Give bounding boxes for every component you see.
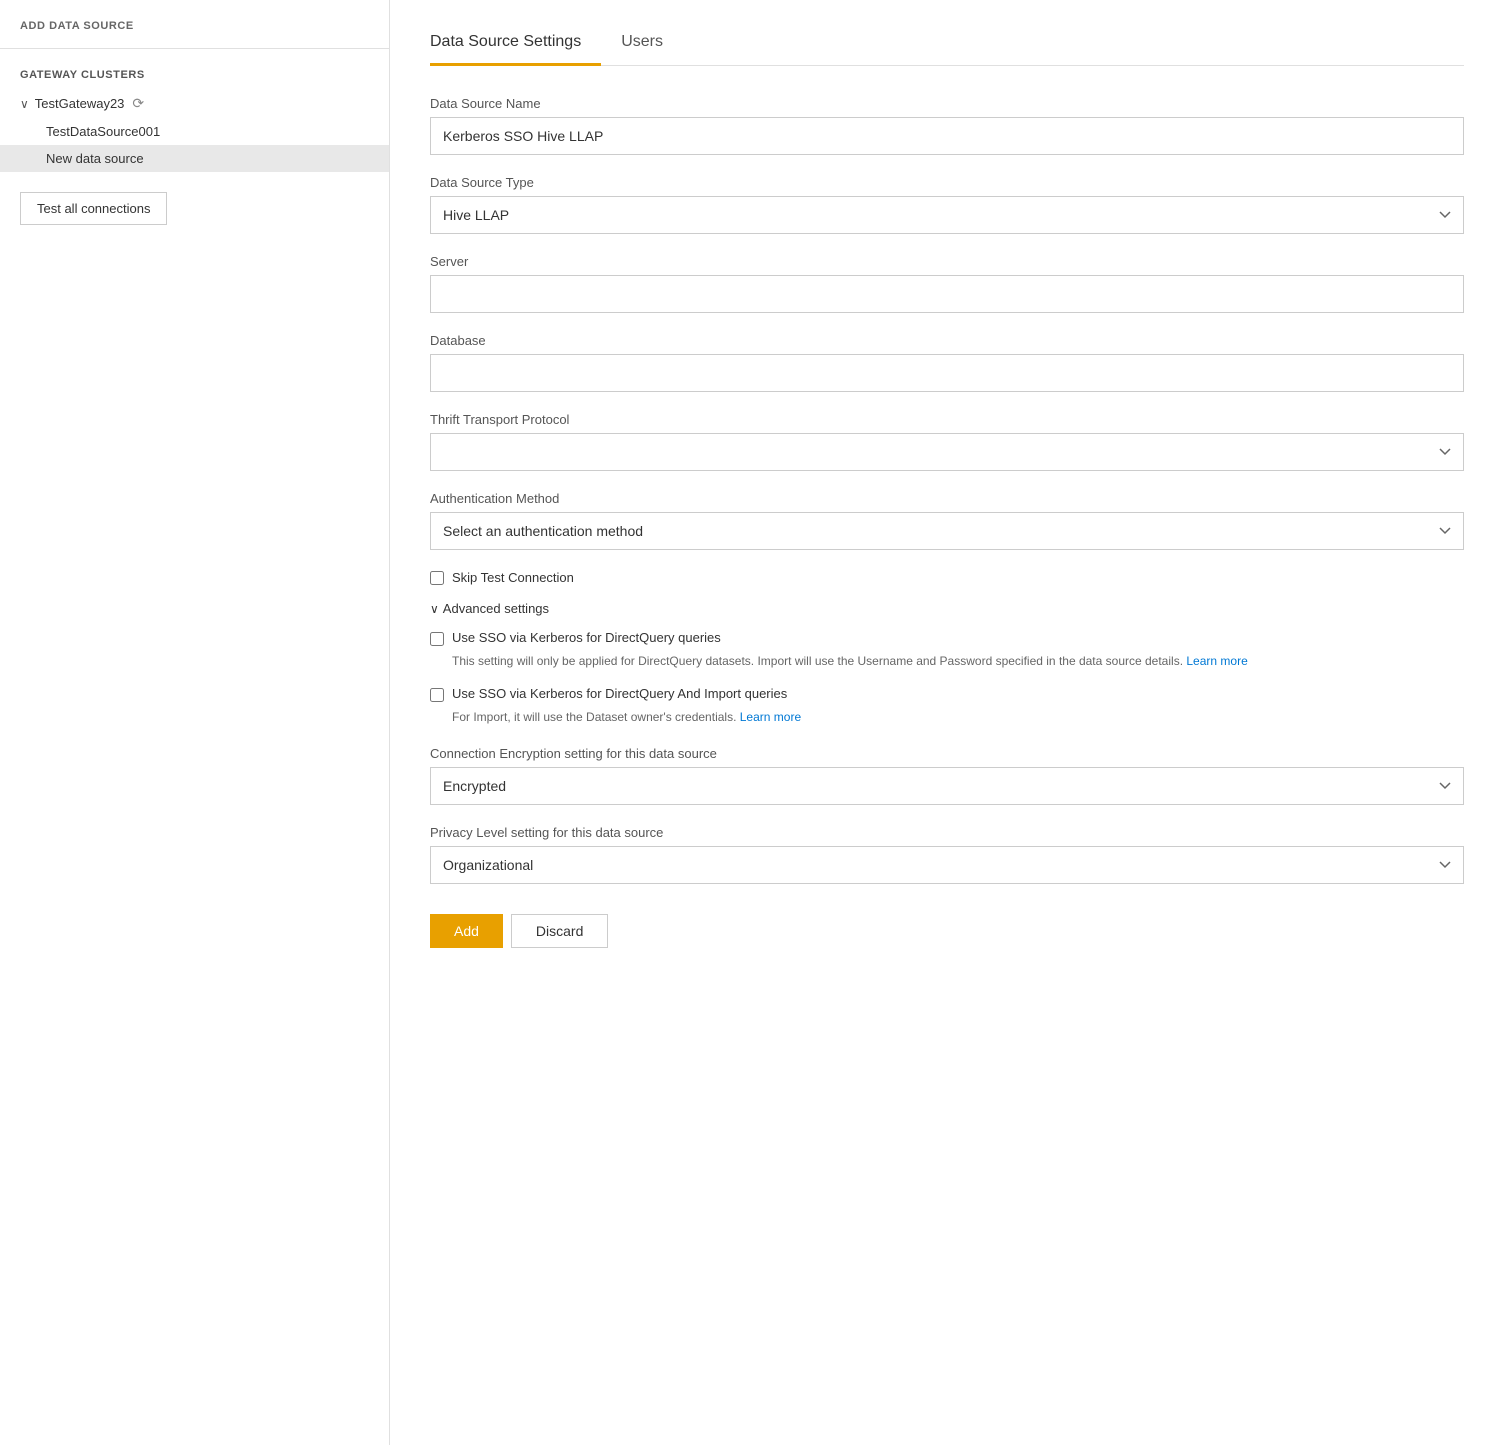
datasource-type-group: Data Source Type Hive LLAP <box>430 175 1464 234</box>
database-input[interactable] <box>430 354 1464 392</box>
sso-import-hint: For Import, it will use the Dataset owne… <box>452 708 1464 726</box>
auth-method-group: Authentication Method Select an authenti… <box>430 491 1464 550</box>
server-input[interactable] <box>430 275 1464 313</box>
sso-directquery-group: Use SSO via Kerberos for DirectQuery que… <box>430 630 1464 646</box>
encryption-label: Connection Encryption setting for this d… <box>430 746 1464 761</box>
privacy-select[interactable]: Organizational <box>430 846 1464 884</box>
encryption-group: Connection Encryption setting for this d… <box>430 746 1464 805</box>
server-group: Server <box>430 254 1464 313</box>
tabs: Data Source Settings Users <box>430 20 1464 66</box>
datasource-type-select[interactable]: Hive LLAP <box>430 196 1464 234</box>
advanced-settings-label: Advanced settings <box>443 601 549 616</box>
sso-import-hint-text: For Import, it will use the Dataset owne… <box>452 710 736 724</box>
chevron-icon: ∨ <box>430 602 439 616</box>
sso-directquery-label[interactable]: Use SSO via Kerberos for DirectQuery que… <box>452 630 721 645</box>
thrift-select[interactable] <box>430 433 1464 471</box>
database-group: Database <box>430 333 1464 392</box>
skip-test-connection-label[interactable]: Skip Test Connection <box>452 570 574 585</box>
privacy-group: Privacy Level setting for this data sour… <box>430 825 1464 884</box>
thrift-label: Thrift Transport Protocol <box>430 412 1464 427</box>
tab-users[interactable]: Users <box>621 21 683 66</box>
add-button[interactable]: Add <box>430 914 503 948</box>
privacy-label: Privacy Level setting for this data sour… <box>430 825 1464 840</box>
discard-button[interactable]: Discard <box>511 914 608 948</box>
sso-directquery-learn-more-link[interactable]: Learn more <box>1186 654 1247 668</box>
database-label: Database <box>430 333 1464 348</box>
skip-test-connection-checkbox[interactable] <box>430 571 444 585</box>
sso-import-checkbox[interactable] <box>430 688 444 702</box>
sso-import-label[interactable]: Use SSO via Kerberos for DirectQuery And… <box>452 686 787 701</box>
sidebar-header: ADD DATA SOURCE <box>0 20 389 49</box>
datasource-name-group: Data Source Name <box>430 96 1464 155</box>
thrift-group: Thrift Transport Protocol <box>430 412 1464 471</box>
datasource-type-label: Data Source Type <box>430 175 1464 190</box>
auth-method-label: Authentication Method <box>430 491 1464 506</box>
datasource-name-label: Data Source Name <box>430 96 1464 111</box>
sidebar: ADD DATA SOURCE GATEWAY CLUSTERS ∨ TestG… <box>0 0 390 1445</box>
skip-test-connection-group: Skip Test Connection <box>430 570 1464 585</box>
main-content: Data Source Settings Users Data Source N… <box>390 0 1504 1445</box>
datasource-item-1[interactable]: TestDataSource001 <box>0 118 389 145</box>
sso-directquery-hint: This setting will only be applied for Di… <box>452 652 1464 670</box>
advanced-settings-toggle[interactable]: ∨ Advanced settings <box>430 601 1464 616</box>
action-buttons: Add Discard <box>430 914 1464 948</box>
chevron-down-icon: ∨ <box>20 97 29 111</box>
refresh-icon: ⟳ <box>132 95 144 112</box>
gateway-name: TestGateway23 <box>35 96 125 111</box>
advanced-settings-group: ∨ Advanced settings Use SSO via Kerberos… <box>430 601 1464 726</box>
sso-directquery-hint-text: This setting will only be applied for Di… <box>452 654 1183 668</box>
auth-method-select[interactable]: Select an authentication method <box>430 512 1464 550</box>
encryption-select[interactable]: Encrypted <box>430 767 1464 805</box>
sso-import-group: Use SSO via Kerberos for DirectQuery And… <box>430 686 1464 702</box>
server-label: Server <box>430 254 1464 269</box>
tab-data-source-settings[interactable]: Data Source Settings <box>430 21 601 66</box>
gateway-item[interactable]: ∨ TestGateway23 ⟳ <box>0 89 389 118</box>
sso-import-learn-more-link[interactable]: Learn more <box>740 710 801 724</box>
datasource-item-new[interactable]: New data source <box>0 145 389 172</box>
sso-directquery-checkbox[interactable] <box>430 632 444 646</box>
test-all-connections-button[interactable]: Test all connections <box>20 192 167 225</box>
datasource-name-input[interactable] <box>430 117 1464 155</box>
gateway-clusters-title: GATEWAY CLUSTERS <box>0 49 389 89</box>
